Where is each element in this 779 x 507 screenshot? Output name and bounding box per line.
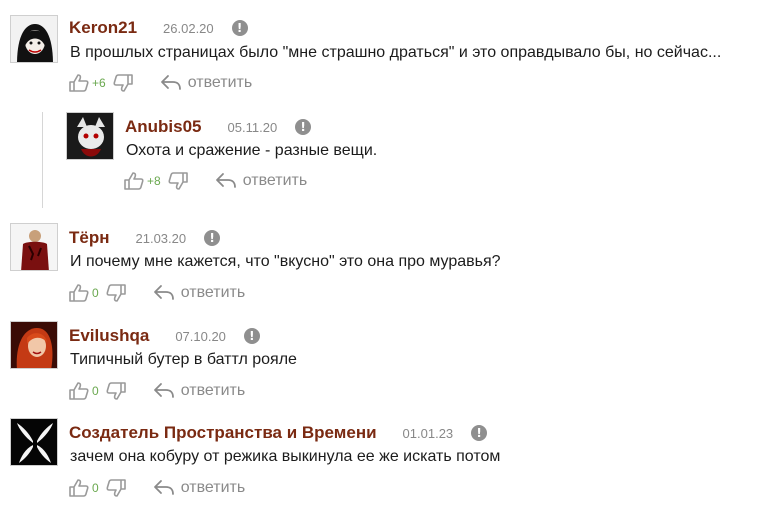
avatar[interactable] [66,112,114,160]
comment-text: И почему мне кажется, что "вкусно" это о… [70,253,501,270]
report-icon[interactable]: ! [231,20,248,36]
reply-icon [153,285,174,300]
report-icon[interactable]: ! [295,119,312,135]
reply-label: ответить [187,74,253,91]
likes-count: 0 [92,481,99,495]
reply-button[interactable]: ответить [153,284,246,302]
likes-count: 0 [92,384,99,398]
thumbs-up-icon[interactable] [68,478,90,498]
report-icon[interactable]: ! [204,230,221,246]
reply-icon [153,480,174,495]
comment-date: 21.03.20 [135,230,187,246]
author-name[interactable]: Тёрн [69,228,110,248]
comment-text: В прошлых страницах было "мне страшно др… [70,44,722,61]
thumbs-up-icon[interactable] [68,381,90,401]
comment-date: 05.11.20 [227,119,278,135]
comment-text: зачем она кобуру от режика выкинула ее ж… [70,448,501,465]
thumbs-down-icon[interactable] [112,73,134,93]
reply-label: ответить [242,172,308,189]
thumbs-down-icon[interactable] [105,478,127,498]
reply-label: ответить [180,382,246,399]
reply-button[interactable]: ответить [215,172,308,190]
reply-label: ответить [180,479,246,496]
reply-icon [215,173,236,188]
thumbs-up-icon[interactable] [68,73,90,93]
reply-button[interactable]: ответить [153,382,246,400]
thumbs-down-icon[interactable] [105,283,127,303]
likes-count: +6 [92,76,106,90]
comment-text: Типичный бутер в баттл рояле [70,351,297,368]
author-name[interactable]: Anubis05 [125,117,202,137]
report-icon[interactable]: ! [471,425,488,441]
comment-text: Охота и сражение - разные вещи. [126,142,378,159]
comment-date: 26.02.20 [163,20,214,36]
avatar[interactable] [10,321,58,369]
reply-icon [160,75,181,90]
comment-date: 07.10.20 [175,328,226,344]
thumbs-up-icon[interactable] [68,283,90,303]
likes-count: 0 [92,286,99,300]
thumbs-down-icon[interactable] [167,171,189,191]
reply-button[interactable]: ответить [153,479,246,497]
author-name[interactable]: Evilushqa [69,326,149,346]
reply-icon [153,383,174,398]
avatar[interactable] [10,418,58,466]
author-name[interactable]: Создатель Пространства и Времени [69,423,377,443]
reply-label: ответить [180,284,246,301]
avatar[interactable] [10,223,58,271]
thumbs-up-icon[interactable] [123,171,145,191]
avatar[interactable] [10,15,58,63]
author-name[interactable]: Keron21 [69,18,137,38]
report-icon[interactable]: ! [243,328,260,344]
likes-count: +8 [147,174,161,188]
comment-date: 01.01.23 [402,425,454,441]
thread-line [42,112,43,208]
reply-button[interactable]: ответить [160,74,253,92]
thumbs-down-icon[interactable] [105,381,127,401]
